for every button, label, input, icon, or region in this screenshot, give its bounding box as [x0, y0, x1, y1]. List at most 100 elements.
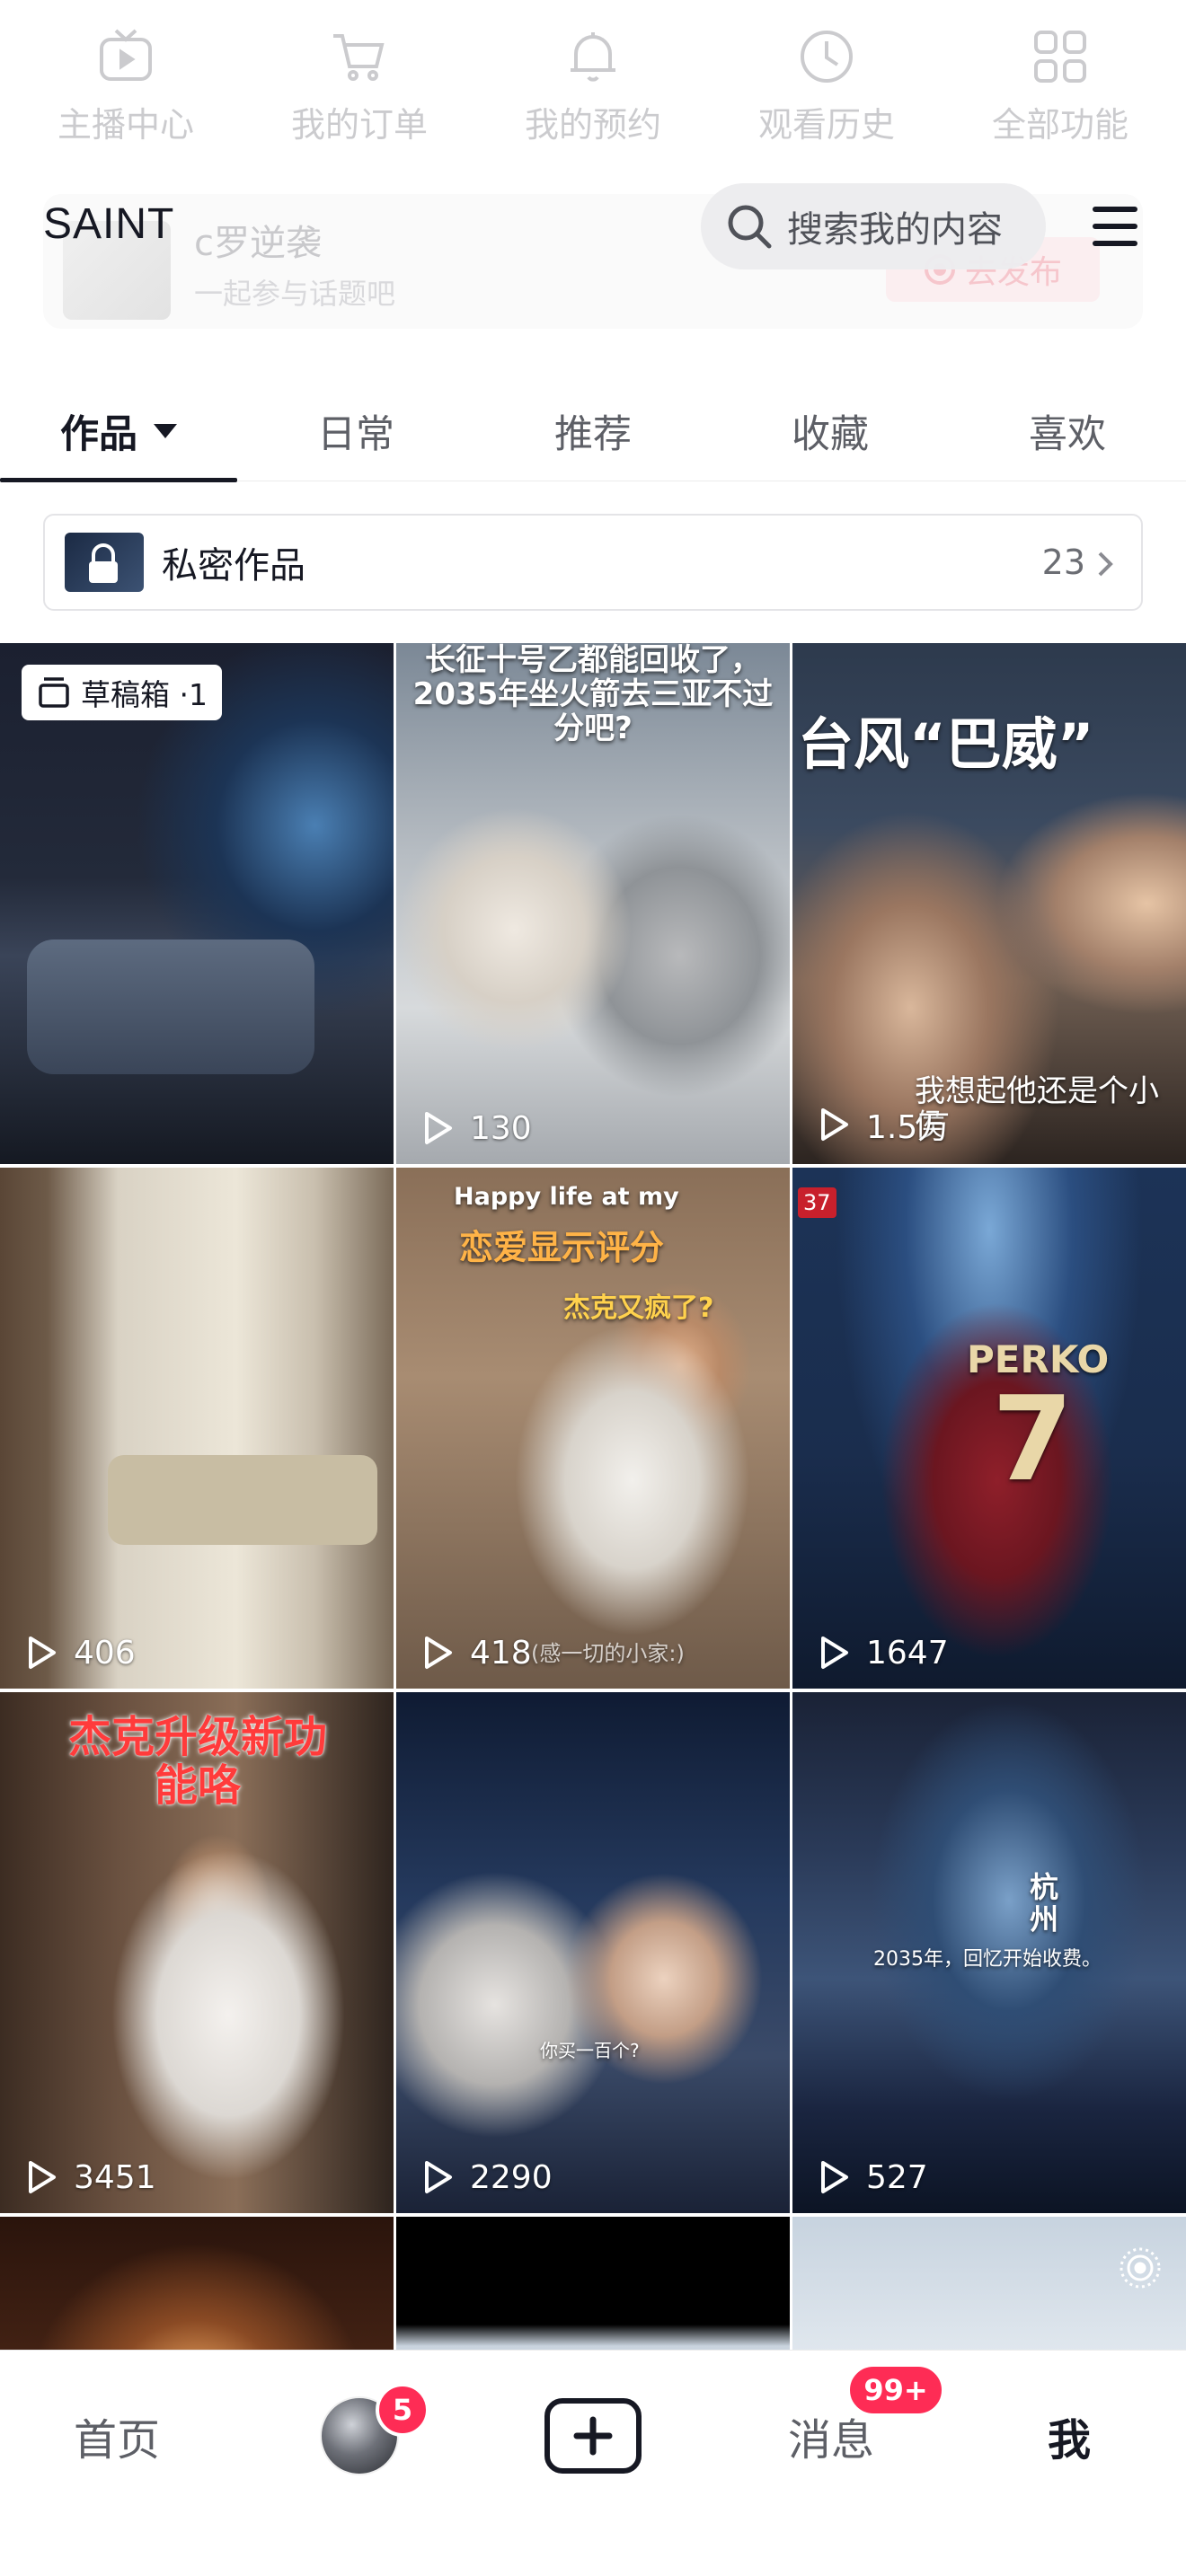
grid-icon [1034, 31, 1086, 83]
video-tile[interactable]: Happy life at my 恋爱显示评分 杰克又疯了? (感一切的小家:)… [396, 1168, 790, 1689]
tv-icon [100, 29, 152, 81]
video-tile[interactable]: 台风“巴威” 我想起他还是个小侯 1.5万 [792, 643, 1186, 1164]
video-overlay-text: 杭州 [1029, 1870, 1058, 1936]
play-count: 418 [418, 1633, 532, 1672]
video-caption: 你买一百个? [540, 2040, 640, 2061]
search-icon [728, 205, 772, 249]
tab-likes[interactable]: 喜欢 [949, 381, 1186, 481]
play-count: 2290 [418, 2157, 553, 2197]
tab-works[interactable]: 作品 [0, 381, 237, 482]
video-tile[interactable]: 406 [0, 1168, 394, 1689]
play-count-value: 2290 [470, 2158, 553, 2196]
drafts-badge[interactable]: 草稿箱 ·1 [22, 665, 222, 720]
content-tabs: 作品 日常 推荐 收藏 喜欢 [0, 381, 1186, 482]
play-count: 527 [814, 2157, 928, 2197]
messages-badge: 99+ [846, 2363, 945, 2417]
play-count: 406 [22, 1633, 136, 1672]
video-caption: (感一切的小家:) [531, 1641, 685, 1666]
jersey-number: 7 [992, 1371, 1074, 1507]
play-count: 3451 [22, 2157, 156, 2197]
tab-daily[interactable]: 日常 [237, 381, 474, 481]
video-caption: 2035年，回忆开始收费。 [873, 1948, 1102, 1971]
play-icon [821, 1108, 848, 1141]
video-tile[interactable]: 杰克升级新功能咯 3451 [0, 1692, 394, 2213]
play-icon [821, 2161, 848, 2193]
live-photo-icon [1120, 2247, 1161, 2289]
tab-label: 推荐 [554, 411, 632, 457]
tab-label: 喜欢 [1029, 411, 1106, 457]
quick-item-label: 我的预约 [524, 105, 661, 145]
video-tile[interactable]: 37 PERKO 7 1647 [792, 1168, 1186, 1689]
video-thumbnail [396, 1692, 790, 2213]
play-count: 130 [418, 1108, 532, 1148]
create-button[interactable] [544, 2398, 642, 2474]
quick-item-label: 观看历史 [757, 105, 895, 145]
play-count-value: 1647 [866, 1634, 949, 1672]
private-works-thumbnail [65, 533, 144, 592]
tab-favorites[interactable]: 收藏 [712, 381, 949, 481]
video-thumbnail [0, 643, 394, 1164]
nav-home[interactable]: 首页 [45, 2386, 189, 2485]
menu-button[interactable] [1087, 199, 1143, 253]
nav-home-label: 首页 [73, 2415, 160, 2466]
private-works-label: 私密作品 [162, 545, 305, 587]
play-icon [425, 1636, 452, 1669]
menu-icon [1093, 207, 1137, 212]
rank-tag: 37 [798, 1187, 836, 1218]
profile-page: 主播中心 我的订单 我的预约 观看历史 全部功能 c罗逆袭 一起参与话题吧 去发… [0, 0, 1186, 2576]
quick-item-label: 主播中心 [57, 105, 194, 145]
draft-video-tile[interactable]: 草稿箱 ·1 [0, 643, 394, 1164]
quick-item-label: 我的订单 [290, 105, 428, 145]
video-thumbnail [792, 1168, 1186, 1689]
private-works-count: 23 [1041, 543, 1085, 582]
tab-recommend[interactable]: 推荐 [474, 381, 712, 481]
video-thumbnail [0, 1168, 394, 1689]
promo-subtitle: 一起参与话题吧 [194, 277, 396, 311]
play-count: 1.5万 [814, 1101, 950, 1148]
video-overlay-text-3: 杰克又疯了? [563, 1292, 714, 1324]
play-count-value: 406 [74, 1634, 136, 1672]
nav-friends[interactable]: 5 [314, 2383, 429, 2485]
bell-icon [571, 32, 615, 82]
video-tile[interactable]: 你买一百个? 2290 [396, 1692, 790, 2213]
play-icon [821, 1636, 848, 1669]
play-count-value: 1.5万 [866, 1109, 951, 1146]
nav-me-label: 我 [1047, 2415, 1091, 2466]
nav-me[interactable]: 我 [1006, 2386, 1132, 2485]
lock-icon [89, 543, 118, 583]
drafts-label: 草稿箱 ·1 [81, 677, 208, 712]
caret-down-icon [154, 423, 177, 438]
plus-icon [573, 2416, 613, 2456]
quick-item-streamer-center[interactable]: 主播中心 [22, 27, 229, 162]
chevron-right-icon [1098, 551, 1113, 577]
bottom-navigation: 首页 5 消息 99+ 我 [0, 2350, 1186, 2576]
play-icon [425, 2161, 452, 2193]
play-icon [29, 1636, 56, 1669]
quick-item-history[interactable]: 观看历史 [723, 27, 930, 162]
sofa-shape [108, 1455, 377, 1545]
profile-name: SAINT [43, 200, 175, 248]
video-caption: 我想起他还是个小侯 [915, 1073, 1159, 1144]
tab-label: 日常 [317, 411, 394, 457]
video-overlay-text: Happy life at my [454, 1183, 679, 1211]
search-my-content[interactable]: 搜索我的内容 [701, 183, 1046, 269]
quick-item-all-functions[interactable]: 全部功能 [957, 27, 1164, 162]
video-overlay-text: 台风“巴威” [798, 711, 1094, 777]
video-overlay-text: 杰克升级新功能咯 [67, 1712, 327, 1811]
quick-item-label: 全部功能 [991, 105, 1128, 145]
video-tile[interactable]: 杭州 2035年，回忆开始收费。 527 [792, 1692, 1186, 2213]
video-overlay-text-2: 恋爱显示评分 [459, 1228, 665, 1267]
quick-item-reservations[interactable]: 我的预约 [490, 27, 696, 162]
nav-create[interactable] [539, 2386, 647, 2485]
play-count: 1647 [814, 1633, 949, 1672]
video-tile[interactable]: 长征十号乙都能回收了，2035年坐火箭去三亚不过分吧? 130 [396, 643, 790, 1164]
sofa-shape [27, 940, 314, 1074]
tab-label: 作品 [60, 411, 137, 457]
nav-messages[interactable]: 消息 99+ [764, 2363, 945, 2485]
play-count-value: 527 [866, 2158, 928, 2196]
promo-title: c罗逆袭 [194, 223, 322, 264]
quick-item-orders[interactable]: 我的订单 [256, 27, 463, 162]
private-works-entry[interactable]: 私密作品 23 [43, 514, 1143, 611]
tab-label: 收藏 [792, 411, 869, 457]
cart-icon [333, 34, 385, 81]
